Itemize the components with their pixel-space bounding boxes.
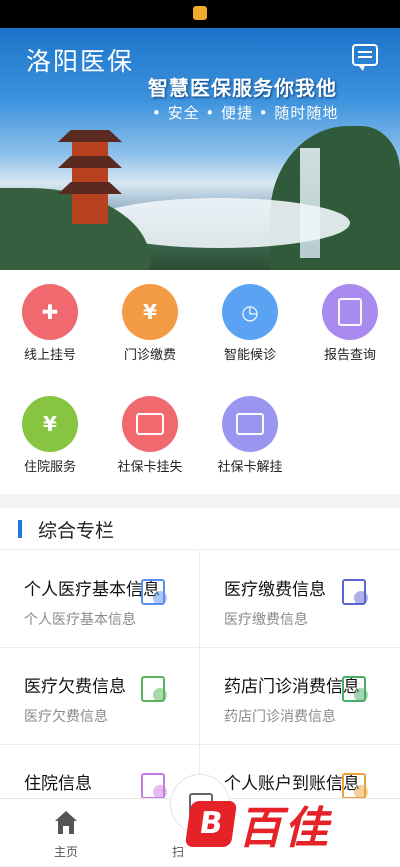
payment-document-icon: ¥ bbox=[122, 284, 178, 340]
person-info-icon bbox=[139, 577, 169, 609]
service-card-unlock[interactable]: 社保卡解挂 bbox=[200, 382, 300, 482]
card-subtitle: 医疗缴费信息 bbox=[224, 612, 308, 628]
service-smart-waiting[interactable]: ◷ 智能候诊 bbox=[200, 270, 300, 370]
monitor-chart-icon bbox=[340, 577, 370, 609]
watermark-logo: B bbox=[184, 801, 238, 847]
hospital-cross-icon: ✚ bbox=[22, 284, 78, 340]
card-subtitle: 药店门诊消费信息 bbox=[224, 709, 336, 725]
service-label: 线上挂号 bbox=[23, 348, 76, 363]
banner: 洛阳医保 智慧医保服务你我他 • 安全 • 便捷 • 随时随地 bbox=[0, 28, 400, 270]
service-label: 住院服务 bbox=[23, 460, 76, 475]
home-icon bbox=[54, 811, 78, 835]
service-label: 社保卡解挂 bbox=[217, 460, 283, 475]
status-bar bbox=[0, 0, 400, 28]
section-accent-bar bbox=[18, 520, 22, 538]
card-pharmacy-outpatient-info[interactable]: 药店门诊消费信息 药店门诊消费信息 bbox=[200, 648, 400, 745]
service-online-registration[interactable]: ✚ 线上挂号 bbox=[0, 270, 100, 370]
pharmacy-money-icon bbox=[340, 674, 370, 706]
tab-label: 主页 bbox=[53, 845, 78, 859]
edit-document-icon bbox=[139, 674, 169, 706]
card-subtitle: 医疗欠费信息 bbox=[24, 709, 108, 725]
clock-user-icon: ◷ bbox=[222, 284, 278, 340]
message-icon[interactable] bbox=[352, 44, 378, 71]
service-report-query[interactable]: 报告查询 bbox=[300, 270, 400, 370]
card-subtitle: 个人医疗基本信息 bbox=[24, 612, 136, 628]
card-personal-medical-info[interactable]: 个人医疗基本信息 个人医疗基本信息 bbox=[0, 551, 200, 648]
section-header: 综合专栏 bbox=[0, 508, 400, 550]
watermark: B 百佳 bbox=[184, 794, 330, 854]
service-grid: ✚ 线上挂号 ¥ 门诊缴费 ◷ 智能候诊 报告查询 ¥ 住院服务 社保卡挂失 社… bbox=[0, 270, 400, 494]
banner-slogan: 智慧医保服务你我他 bbox=[148, 76, 337, 100]
mountain-decoration bbox=[270, 126, 400, 270]
app-title: 洛阳医保 bbox=[26, 47, 135, 76]
pagoda-icon bbox=[58, 130, 122, 226]
social-card-unlock-icon bbox=[222, 396, 278, 452]
watermark-text: 百佳 bbox=[238, 803, 330, 854]
report-clipboard-icon bbox=[322, 284, 378, 340]
service-inpatient[interactable]: ¥ 住院服务 bbox=[0, 382, 100, 482]
card-medical-arrears-info[interactable]: 医疗欠费信息 医疗欠费信息 bbox=[0, 648, 200, 745]
money-bill-icon: ¥ bbox=[22, 396, 78, 452]
service-label: 报告查询 bbox=[323, 348, 376, 363]
section-title: 综合专栏 bbox=[38, 520, 115, 542]
service-label: 门诊缴费 bbox=[123, 348, 176, 363]
tab-home[interactable]: 主页 bbox=[16, 799, 116, 867]
service-outpatient-payment[interactable]: ¥ 门诊缴费 bbox=[100, 270, 200, 370]
card-medical-payment-info[interactable]: 医疗缴费信息 医疗缴费信息 bbox=[200, 551, 400, 648]
service-label: 社保卡挂失 bbox=[117, 460, 183, 475]
notification-icon bbox=[193, 6, 207, 20]
service-label: 智能候诊 bbox=[223, 348, 276, 363]
service-card-report-lost[interactable]: 社保卡挂失 bbox=[100, 382, 200, 482]
social-card-lost-icon bbox=[122, 396, 178, 452]
banner-tags: • 安全 • 便捷 • 随时随地 bbox=[152, 104, 339, 122]
